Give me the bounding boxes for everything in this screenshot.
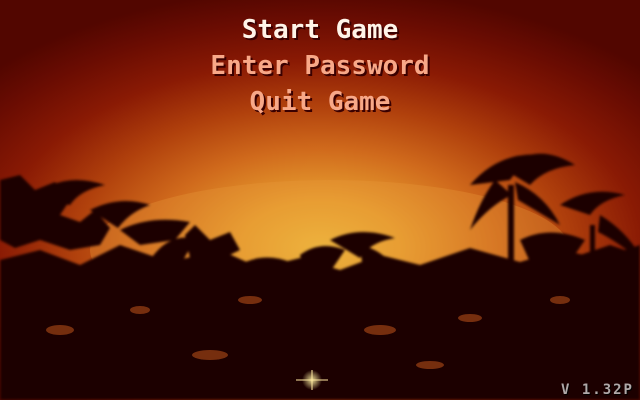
quit-game-menu-item[interactable]: Quit Game <box>0 87 640 117</box>
start-game-menu-item[interactable]: Start Game <box>0 15 640 45</box>
enter-password-menu-item[interactable]: Enter Password <box>0 51 640 81</box>
version-label: V 1.32P <box>560 382 634 398</box>
title-screen: Start Game Enter Password Quit Game V 1.… <box>0 0 640 400</box>
